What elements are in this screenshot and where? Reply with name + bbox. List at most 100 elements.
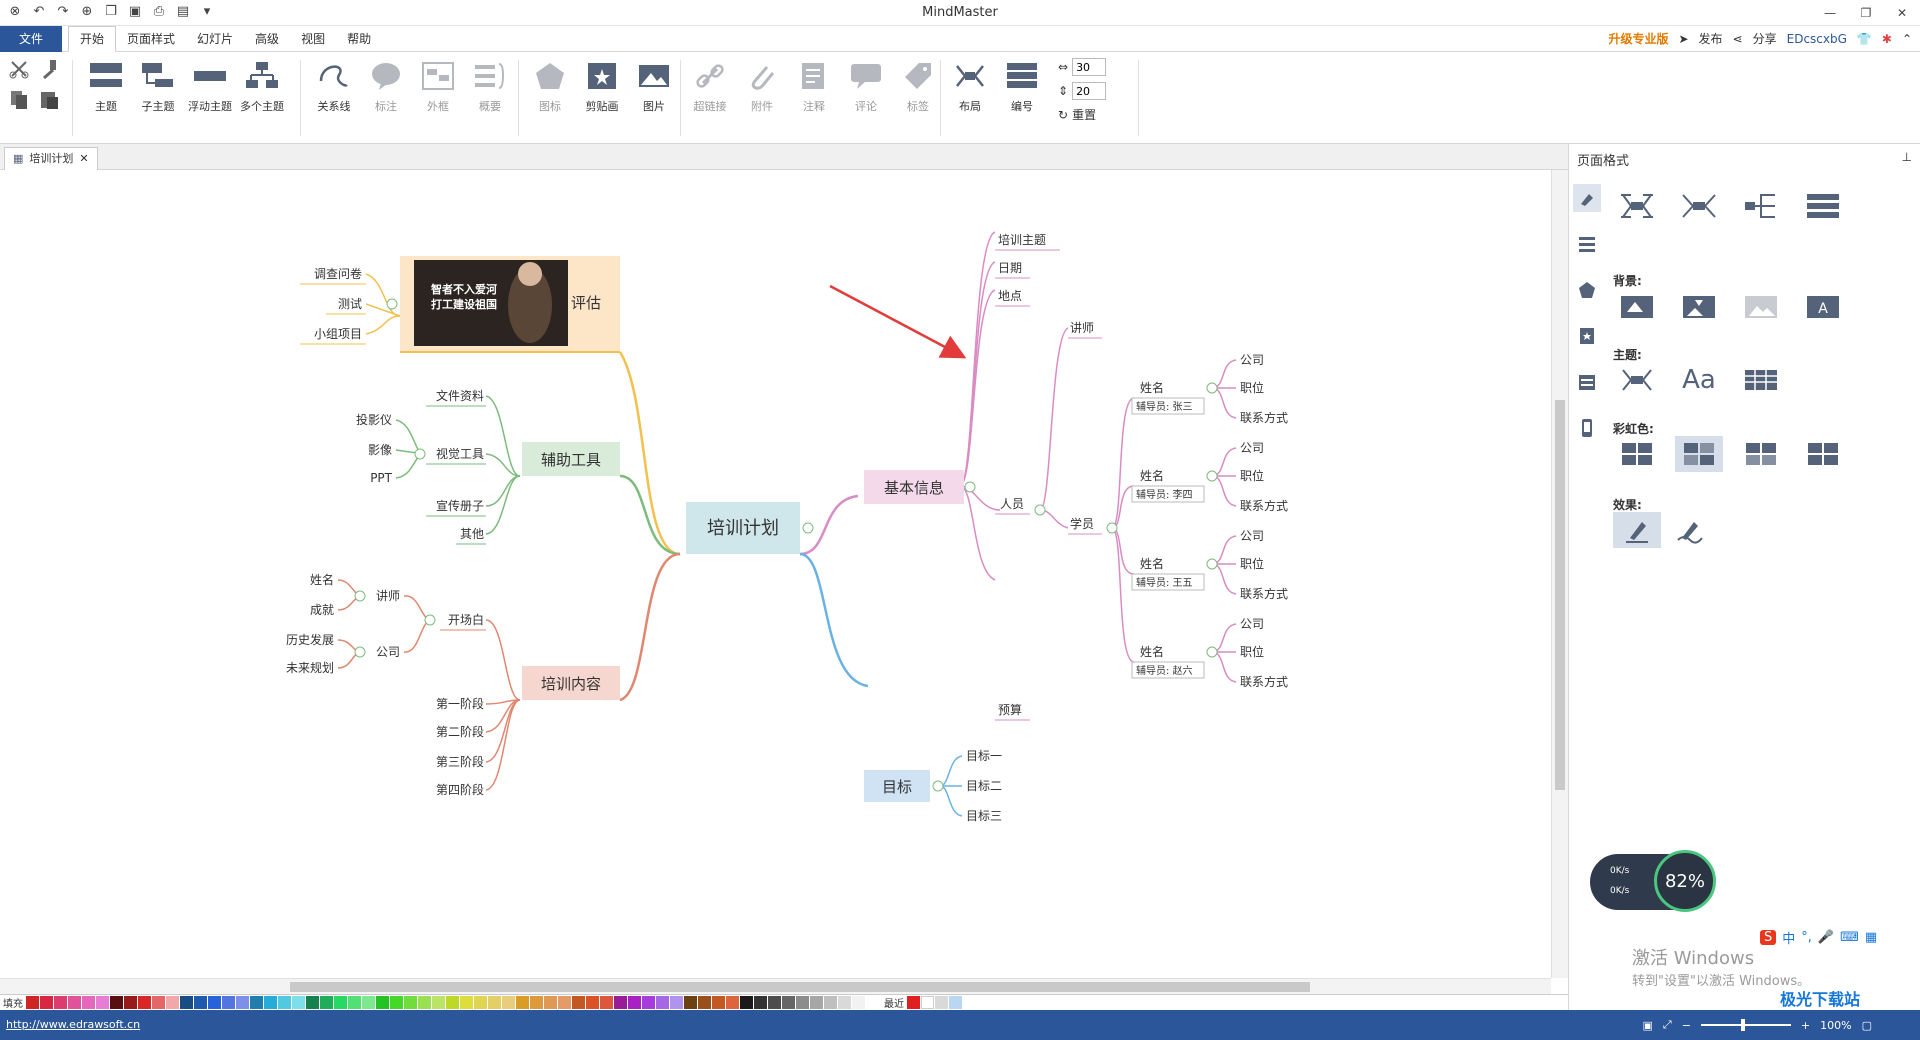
- website-link[interactable]: http://www.edrawsoft.cn: [6, 1018, 140, 1031]
- palette-swatch[interactable]: [110, 996, 123, 1009]
- palette-swatch[interactable]: [712, 996, 725, 1009]
- palette-swatch[interactable]: [236, 996, 249, 1009]
- horizontal-scrollbar[interactable]: [0, 978, 1551, 994]
- tab-slides[interactable]: 幻灯片: [186, 26, 244, 52]
- lecturer-item[interactable]: 成就: [310, 603, 334, 617]
- clipart-panel-icon[interactable]: [1573, 322, 1601, 350]
- palette-swatch[interactable]: [628, 996, 641, 1009]
- layout-button[interactable]: 布局: [946, 58, 994, 114]
- field[interactable]: 职位: [1240, 380, 1264, 395]
- fit-width-icon[interactable]: ▢: [1862, 1019, 1872, 1032]
- fit-page-icon[interactable]: ▣: [1642, 1019, 1652, 1032]
- keyboard-icon[interactable]: ⌨: [1840, 930, 1859, 945]
- ribbon-collapse-icon[interactable]: ⌃: [1902, 26, 1912, 52]
- relationship-button[interactable]: 关系线: [310, 58, 358, 114]
- menu-file[interactable]: 文件: [0, 26, 62, 52]
- share-button[interactable]: 分享: [1753, 26, 1777, 52]
- palette-swatch[interactable]: [460, 996, 473, 1009]
- icon-button[interactable]: 图标: [526, 58, 574, 114]
- mindmap-canvas[interactable]: 培训计划 基本信息 目标 智者不入爱河 打工建设祖国 评估 辅助工具 培训内容 …: [0, 170, 1551, 978]
- palette-swatch[interactable]: [306, 996, 319, 1009]
- palette-swatch[interactable]: [558, 996, 571, 1009]
- opening-item[interactable]: 公司: [376, 645, 400, 659]
- subtopic[interactable]: 日期: [998, 261, 1022, 275]
- subtopic-button[interactable]: 子主题: [134, 58, 182, 114]
- collapse-toggle[interactable]: [424, 614, 436, 626]
- collapse-toggle[interactable]: [1106, 522, 1118, 534]
- paste-icon[interactable]: [38, 88, 60, 110]
- palette-swatch[interactable]: [502, 996, 515, 1009]
- collapse-toggle[interactable]: [1206, 470, 1218, 482]
- clipart-button[interactable]: 剪贴画: [578, 58, 626, 114]
- topic-button[interactable]: 主题: [82, 58, 130, 114]
- punctuation-icon[interactable]: °,: [1801, 930, 1812, 945]
- horizontal-spacing-input[interactable]: [1072, 58, 1107, 76]
- cut-icon[interactable]: [8, 58, 30, 80]
- palette-swatch[interactable]: [824, 996, 837, 1009]
- subtopic-lecturer[interactable]: 讲师: [1070, 320, 1094, 335]
- hyperlink-button[interactable]: 超链接: [686, 58, 734, 114]
- palette-swatch[interactable]: [390, 996, 403, 1009]
- floating-topic-button[interactable]: 浮动主题: [186, 58, 234, 114]
- stage-item[interactable]: 第四阶段: [436, 782, 484, 797]
- multiple-topics-button[interactable]: 多个主题: [238, 58, 286, 114]
- structure-logic-option[interactable]: [1675, 188, 1723, 224]
- content-item[interactable]: 开场白: [448, 612, 484, 627]
- minimize-icon[interactable]: —: [1812, 0, 1848, 26]
- field[interactable]: 联系方式: [1240, 586, 1288, 601]
- numbering-button[interactable]: 编号: [998, 58, 1046, 114]
- callout-button[interactable]: 标注: [362, 58, 410, 114]
- subtopic[interactable]: 预算: [998, 702, 1022, 717]
- palette-swatch[interactable]: [614, 996, 627, 1009]
- palette-swatch[interactable]: [348, 996, 361, 1009]
- field[interactable]: 公司: [1240, 441, 1264, 455]
- palette-swatch[interactable]: [754, 996, 767, 1009]
- palette-swatch[interactable]: [838, 996, 851, 1009]
- memory-gauge[interactable]: 82%: [1654, 850, 1716, 912]
- tab-home[interactable]: 开始: [68, 26, 117, 52]
- stage-item[interactable]: 第一阶段: [436, 696, 484, 711]
- tools-item[interactable]: 视觉工具: [436, 446, 484, 461]
- pin-icon[interactable]: ⊥: [1902, 150, 1912, 164]
- shirt-icon[interactable]: 👕: [1857, 26, 1872, 52]
- close-icon[interactable]: ✕: [1884, 0, 1920, 26]
- recent-swatch[interactable]: [921, 996, 934, 1009]
- palette-swatch[interactable]: [810, 996, 823, 1009]
- field[interactable]: 联系方式: [1240, 674, 1288, 689]
- company-item[interactable]: 未来规划: [286, 660, 334, 675]
- palette-swatch[interactable]: [40, 996, 53, 1009]
- palette-swatch[interactable]: [516, 996, 529, 1009]
- collapse-toggle[interactable]: [964, 481, 976, 493]
- recent-swatch[interactable]: [949, 996, 962, 1009]
- palette-swatch[interactable]: [152, 996, 165, 1009]
- effect-handdrawn-option[interactable]: [1665, 512, 1713, 548]
- palette-swatch[interactable]: [684, 996, 697, 1009]
- field[interactable]: 公司: [1240, 617, 1264, 631]
- student-name[interactable]: 姓名: [1140, 468, 1164, 483]
- palette-swatch[interactable]: [264, 996, 277, 1009]
- icons-panel-icon[interactable]: [1573, 276, 1601, 304]
- zoom-thumb[interactable]: [1740, 1019, 1745, 1031]
- goal-item[interactable]: 目标三: [966, 809, 1002, 823]
- goal-item[interactable]: 目标二: [966, 779, 1002, 793]
- format-painter-icon[interactable]: [38, 58, 60, 80]
- collapse-toggle[interactable]: [1206, 558, 1218, 570]
- tab-advanced[interactable]: 高级: [244, 26, 290, 52]
- background-picture-option[interactable]: [1737, 288, 1785, 324]
- eval-item[interactable]: 调查问卷: [314, 266, 362, 281]
- visual-item[interactable]: 影像: [368, 443, 392, 457]
- vertical-spacing-input[interactable]: [1072, 82, 1107, 100]
- mobile-icon[interactable]: [1573, 414, 1601, 442]
- palette-swatch[interactable]: [600, 996, 613, 1009]
- palette-swatch[interactable]: [740, 996, 753, 1009]
- stage-item[interactable]: 第三阶段: [436, 754, 484, 769]
- sogou-logo-icon[interactable]: S: [1760, 930, 1777, 945]
- recent-swatch[interactable]: [907, 996, 920, 1009]
- palette-swatch[interactable]: [446, 996, 459, 1009]
- palette-swatch[interactable]: [544, 996, 557, 1009]
- palette-swatch[interactable]: [180, 996, 193, 1009]
- tools-item[interactable]: 其他: [460, 527, 484, 541]
- theme-font-option[interactable]: Aa: [1675, 362, 1723, 398]
- tools-item[interactable]: 宣传册子: [436, 498, 484, 513]
- palette-swatch[interactable]: [474, 996, 487, 1009]
